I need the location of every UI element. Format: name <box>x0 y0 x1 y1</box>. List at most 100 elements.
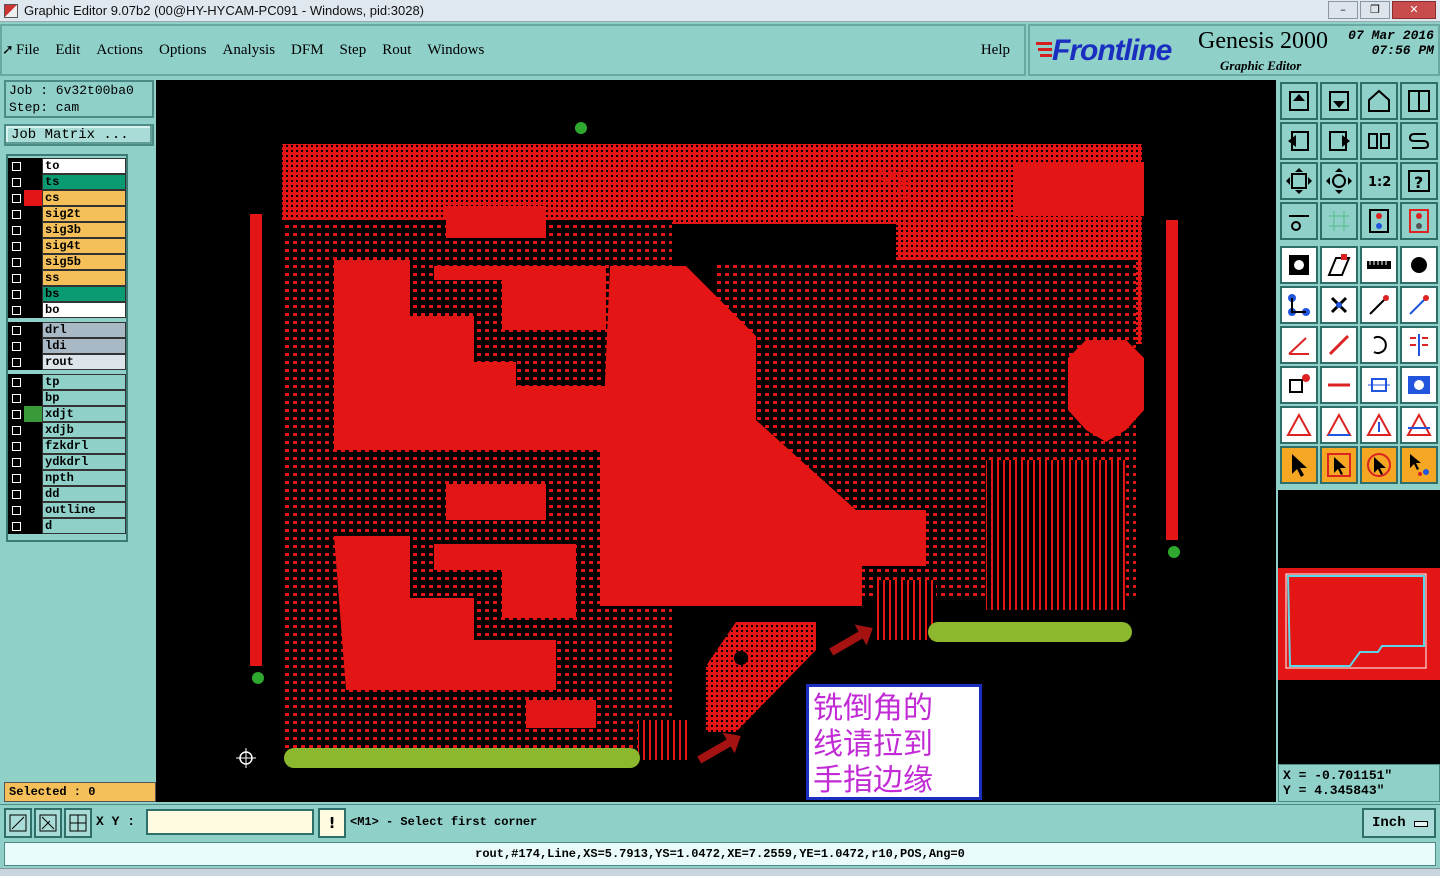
layer-checkbox[interactable] <box>8 158 24 174</box>
layer-name[interactable]: npth <box>42 470 126 486</box>
tool-pointer-multi-button[interactable] <box>1400 446 1438 484</box>
tool-house-button[interactable] <box>1360 82 1398 120</box>
menu-analysis[interactable]: Analysis <box>223 42 276 59</box>
layer-row-ts[interactable]: ts <box>8 174 126 190</box>
job-matrix-button[interactable]: Job Matrix ... <box>4 124 154 146</box>
layer-checkbox[interactable] <box>8 438 24 454</box>
tool-pointer-box-button[interactable] <box>1320 446 1358 484</box>
layer-name[interactable]: tp <box>42 374 126 390</box>
menu-windows[interactable]: Windows <box>427 42 484 59</box>
tool-ratio-button[interactable]: 1:2 <box>1360 162 1398 200</box>
layer-name[interactable]: outline <box>42 502 126 518</box>
layer-row-fzkdrl[interactable]: fzkdrl <box>8 438 126 454</box>
layer-name[interactable]: sig5b <box>42 254 126 270</box>
layer-row-to[interactable]: to <box>8 158 126 174</box>
layer-name[interactable]: ts <box>42 174 126 190</box>
tool-tri-arrow-button[interactable] <box>1360 406 1398 444</box>
tool-wrench-button[interactable] <box>1280 202 1318 240</box>
tool-help-button[interactable]: ? <box>1400 162 1438 200</box>
xy-input[interactable] <box>146 809 314 835</box>
alert-button[interactable]: ! <box>318 808 346 838</box>
tool-center-button[interactable] <box>1320 162 1358 200</box>
layer-row-xdjb[interactable]: xdjb <box>8 422 126 438</box>
units-dropdown[interactable]: Inch <box>1362 808 1436 838</box>
layer-row-d[interactable]: d <box>8 518 126 534</box>
layer-checkbox[interactable] <box>8 422 24 438</box>
layer-row-rout[interactable]: rout <box>8 354 126 370</box>
overview-map[interactable] <box>1278 568 1440 680</box>
tool-s-curve-button[interactable] <box>1400 122 1438 160</box>
tool-ruler-button[interactable] <box>1360 246 1398 284</box>
tool-hline-button[interactable] <box>1320 366 1358 404</box>
layer-checkbox[interactable] <box>8 270 24 286</box>
tool-fit-button[interactable] <box>1280 162 1318 200</box>
menu-rout[interactable]: Rout <box>382 42 411 59</box>
tool-line-button[interactable] <box>1360 286 1398 324</box>
layer-name[interactable]: bp <box>42 390 126 406</box>
layer-name[interactable]: sig3b <box>42 222 126 238</box>
tool-poly-button[interactable] <box>1320 246 1358 284</box>
tool-tri-button[interactable] <box>1280 406 1318 444</box>
layer-name[interactable]: xdjb <box>42 422 126 438</box>
grid-snap-button[interactable] <box>64 808 92 838</box>
tool-pad-button[interactable] <box>1280 246 1318 284</box>
layer-name[interactable]: sig2t <box>42 206 126 222</box>
layer-checkbox[interactable] <box>8 238 24 254</box>
tool-window-button[interactable] <box>1400 82 1438 120</box>
close-button[interactable]: ✕ <box>1392 1 1436 19</box>
tool-box-node-button[interactable] <box>1280 366 1318 404</box>
layer-checkbox[interactable] <box>8 470 24 486</box>
layer-row-npth[interactable]: npth <box>8 470 126 486</box>
layer-name[interactable]: d <box>42 518 126 534</box>
layer-checkbox[interactable] <box>8 254 24 270</box>
layer-checkbox[interactable] <box>8 354 24 370</box>
layer-name[interactable]: fzkdrl <box>42 438 126 454</box>
layer-checkbox[interactable] <box>8 286 24 302</box>
layer-checkbox[interactable] <box>8 374 24 390</box>
layer-row-sig3b[interactable]: sig3b <box>8 222 126 238</box>
tool-layers-button[interactable] <box>1360 202 1398 240</box>
layer-row-bp[interactable]: bp <box>8 390 126 406</box>
layer-row-sig4t[interactable]: sig4t <box>8 238 126 254</box>
layer-checkbox[interactable] <box>8 302 24 318</box>
layer-name[interactable]: xdjt <box>42 406 126 422</box>
tool-pad-blue-button[interactable] <box>1400 366 1438 404</box>
tool-angle-button[interactable] <box>1280 326 1318 364</box>
tool-line-red-button[interactable] <box>1400 286 1438 324</box>
layer-checkbox[interactable] <box>8 190 24 206</box>
layer-name[interactable]: dd <box>42 486 126 502</box>
tool-open-right-button[interactable] <box>1320 122 1358 160</box>
layer-row-sig2t[interactable]: sig2t <box>8 206 126 222</box>
layer-name[interactable]: ydkdrl <box>42 454 126 470</box>
layer-name[interactable]: bo <box>42 302 126 318</box>
layer-checkbox[interactable] <box>8 338 24 354</box>
tool-grid-button[interactable] <box>1320 202 1358 240</box>
tool-open-left-button[interactable] <box>1280 122 1318 160</box>
tool-flip-button[interactable] <box>1400 326 1438 364</box>
layer-name[interactable]: cs <box>42 190 126 206</box>
layer-row-tp[interactable]: tp <box>8 374 126 390</box>
tool-tri-2-button[interactable] <box>1320 406 1358 444</box>
maximize-button[interactable]: ❐ <box>1360 1 1390 19</box>
layer-row-dd[interactable]: dd <box>8 486 126 502</box>
menu-file[interactable]: File <box>16 42 39 59</box>
layer-name[interactable]: bs <box>42 286 126 302</box>
layer-checkbox[interactable] <box>8 486 24 502</box>
tool-pointer-circle-button[interactable] <box>1360 446 1398 484</box>
graphic-canvas[interactable]: 铣倒角的 线请拉到 手指边缘 <box>156 80 1276 802</box>
layer-checkbox[interactable] <box>8 406 24 422</box>
layer-checkbox[interactable] <box>8 174 24 190</box>
layer-name[interactable]: rout <box>42 354 126 370</box>
tool-circle-button[interactable] <box>1400 246 1438 284</box>
menu-actions[interactable]: Actions <box>96 42 143 59</box>
layer-row-cs[interactable]: cs <box>8 190 126 206</box>
tool-arc-button[interactable] <box>1360 326 1398 364</box>
layer-row-bs[interactable]: bs <box>8 286 126 302</box>
layer-checkbox[interactable] <box>8 518 24 534</box>
snap-button[interactable] <box>34 808 62 838</box>
menu-help[interactable]: Help <box>981 42 1010 59</box>
minimize-button[interactable]: – <box>1328 1 1358 19</box>
tool-cross-button[interactable] <box>1320 286 1358 324</box>
layer-checkbox[interactable] <box>8 222 24 238</box>
layer-name[interactable]: sig4t <box>42 238 126 254</box>
